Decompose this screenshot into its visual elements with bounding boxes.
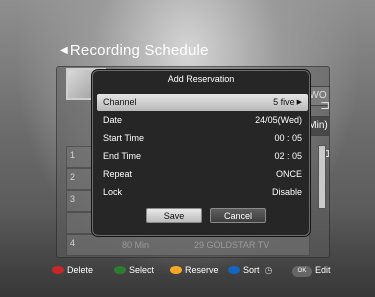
field-label: Channel [103, 97, 137, 107]
green-key-icon [114, 266, 126, 274]
repeat-field[interactable]: Repeat ONCE [97, 166, 308, 183]
field-value: ONCE [275, 169, 302, 179]
field-value: 24/05(Wed) [255, 115, 302, 125]
help-bar: Delete Select Reserve Sort ◷ OK Edit [52, 262, 332, 278]
row-duration: 80 Min [122, 240, 150, 250]
page-title-label: Recording Schedule [69, 42, 209, 59]
help-delete[interactable]: Delete [52, 262, 93, 278]
left-arrow-icon[interactable]: ◀ [60, 45, 68, 56]
schedule-row-info: 80 Min 29 GOLDSTAR TV [100, 236, 310, 254]
date-field[interactable]: Date 24/05(Wed) [97, 112, 308, 129]
schedule-row-number: 2 [70, 172, 76, 182]
field-label: Start Time [103, 133, 145, 143]
lock-field[interactable]: Lock Disable [97, 184, 308, 201]
field-value: Disable [271, 187, 302, 197]
right-arrow-icon[interactable]: ▶ [297, 99, 302, 106]
field-label: Date [103, 115, 123, 125]
field-label: Lock [103, 187, 123, 197]
save-button[interactable]: Save [146, 208, 202, 223]
ok-key-icon: OK [292, 266, 312, 277]
channel-value: 5 five [273, 97, 295, 107]
help-reserve[interactable]: Reserve [170, 262, 219, 278]
schedule-row-number: 3 [70, 194, 76, 204]
field-value: 00 : 05 [274, 133, 302, 143]
start-time-field[interactable]: Start Time 00 : 05 [97, 130, 308, 147]
help-label: Edit [315, 265, 331, 275]
channel-field[interactable]: Channel 5 five ▶ [97, 94, 308, 111]
red-key-icon [52, 266, 64, 274]
help-label: Reserve [185, 265, 219, 275]
scrollbar[interactable] [318, 145, 326, 209]
field-value: 5 five ▶ [273, 94, 302, 111]
help-label: Delete [67, 265, 94, 275]
row-channel: 29 GOLDSTAR TV [194, 240, 270, 250]
yellow-key-icon [170, 266, 182, 274]
end-time-field[interactable]: End Time 02 : 05 [97, 148, 308, 165]
help-select[interactable]: Select [114, 262, 154, 278]
record-icon: ⊐ [320, 98, 331, 112]
field-value: 02 : 05 [274, 151, 302, 161]
help-sort[interactable]: Sort ◷ [228, 262, 274, 278]
blue-key-icon [228, 266, 240, 274]
field-label: Repeat [103, 169, 133, 179]
help-label: Select [129, 265, 155, 275]
schedule-row-number: 1 [70, 150, 76, 160]
clock-icon: ◷ [264, 265, 273, 275]
cancel-button[interactable]: Cancel [210, 208, 266, 223]
schedule-row-number: 4 [70, 238, 76, 248]
dialog-title: Add Reservation [167, 74, 235, 84]
help-edit[interactable]: OK Edit [292, 262, 331, 278]
help-label: Sort [243, 265, 260, 275]
field-label: End Time [103, 151, 142, 161]
page-title: ◀ Recording Schedule [60, 42, 209, 60]
